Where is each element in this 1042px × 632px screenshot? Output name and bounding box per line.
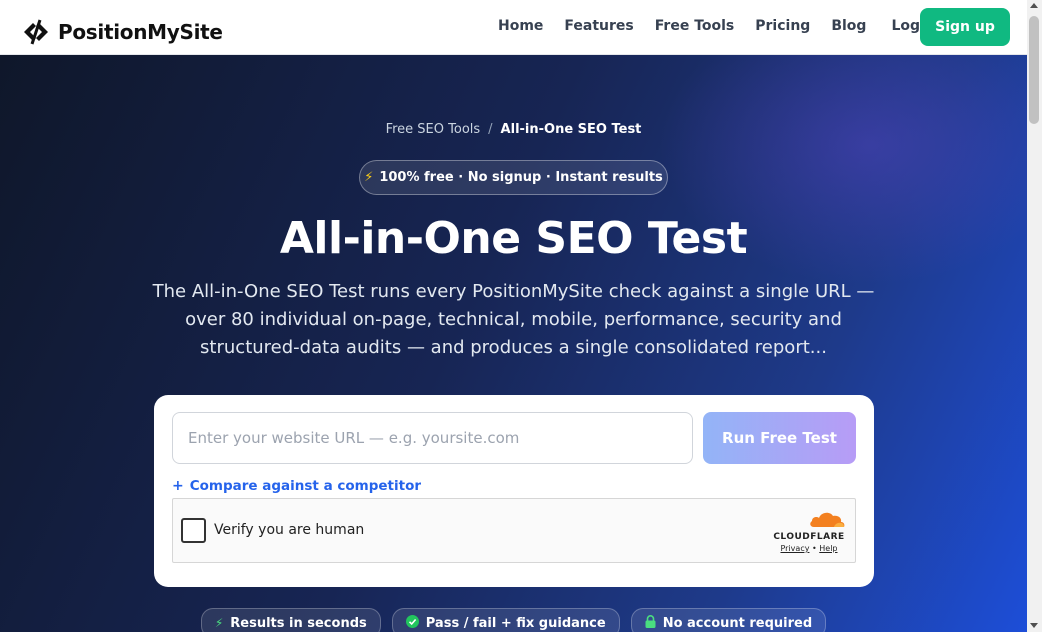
lock-icon (645, 615, 656, 631)
free-pill-badge: ⚡ 100% free · No signup · Instant result… (359, 160, 668, 195)
captcha-checkbox[interactable] (181, 518, 206, 543)
hero-section: Free SEO Tools / All-in-One SEO Test ⚡ 100… (0, 55, 1027, 632)
brand-logo[interactable]: PositionMySite (20, 17, 223, 47)
main-nav: Home Features Free Tools Pricing Blog Lo… (498, 18, 940, 34)
captcha-widget: Verify you are human CLOUDFLARE Privacy … (172, 498, 856, 563)
feature-badges: ⚡ Results in seconds Pass / fail + fix g… (0, 608, 1027, 632)
scroll-thumb[interactable] (1029, 16, 1039, 124)
badge-results-in-seconds: ⚡ Results in seconds (200, 608, 381, 632)
pill-text: 100% free · No signup · Instant results (379, 170, 663, 185)
signup-button[interactable]: Sign up (920, 8, 1010, 46)
breadcrumb-parent[interactable]: Free SEO Tools (386, 122, 481, 137)
page-scrollbar[interactable] (1027, 0, 1042, 632)
nav-free-tools[interactable]: Free Tools (655, 18, 735, 34)
breadcrumb-current: All-in-One SEO Test (500, 122, 642, 137)
page-title: All-in-One SEO Test (279, 213, 748, 264)
page-subtitle: The All-in-One SEO Test runs every Posit… (152, 281, 875, 358)
cloudflare-logo: CLOUDFLARE Privacy • Help (771, 510, 847, 553)
cloudflare-name: CLOUDFLARE (773, 532, 845, 542)
badge-no-account: No account required (630, 608, 827, 632)
bolt-icon: ⚡ (364, 170, 374, 185)
cloud-icon (810, 512, 845, 527)
logo-mark-icon (24, 19, 48, 45)
nav-pricing[interactable]: Pricing (755, 18, 810, 34)
scroll-up-arrow-icon[interactable] (1030, 3, 1038, 8)
nav-blog[interactable]: Blog (831, 18, 866, 34)
badge-pass-fail: Pass / fail + fix guidance (391, 608, 620, 632)
url-input[interactable] (172, 412, 693, 464)
badge-label: Results in seconds (230, 615, 367, 631)
breadcrumb-separator: / (488, 122, 493, 137)
check-circle-icon (405, 615, 419, 631)
scroll-down-arrow-icon[interactable] (1030, 623, 1038, 628)
compare-label: Compare against a competitor (189, 478, 422, 494)
plus-icon: + (172, 478, 184, 494)
nav-home[interactable]: Home (498, 18, 543, 34)
help-link[interactable]: Help (819, 544, 837, 553)
cloudflare-links: Privacy • Help (780, 544, 838, 553)
test-form-card: Run Free Test + Compare against a compet… (154, 395, 874, 587)
compare-competitor-link[interactable]: + Compare against a competitor (172, 478, 421, 494)
badge-label: Pass / fail + fix guidance (425, 615, 606, 631)
captcha-label: Verify you are human (214, 522, 365, 538)
brand-name: PositionMySite (58, 20, 223, 44)
privacy-link[interactable]: Privacy (780, 544, 809, 553)
bolt-icon: ⚡ (214, 616, 224, 630)
nav-features[interactable]: Features (564, 18, 633, 34)
breadcrumb: Free SEO Tools / All-in-One SEO Test (0, 122, 1027, 137)
run-free-test-button[interactable]: Run Free Test (703, 412, 856, 464)
badge-label: No account required (662, 615, 813, 631)
site-header: PositionMySite Home Features Free Tools … (0, 0, 1027, 55)
